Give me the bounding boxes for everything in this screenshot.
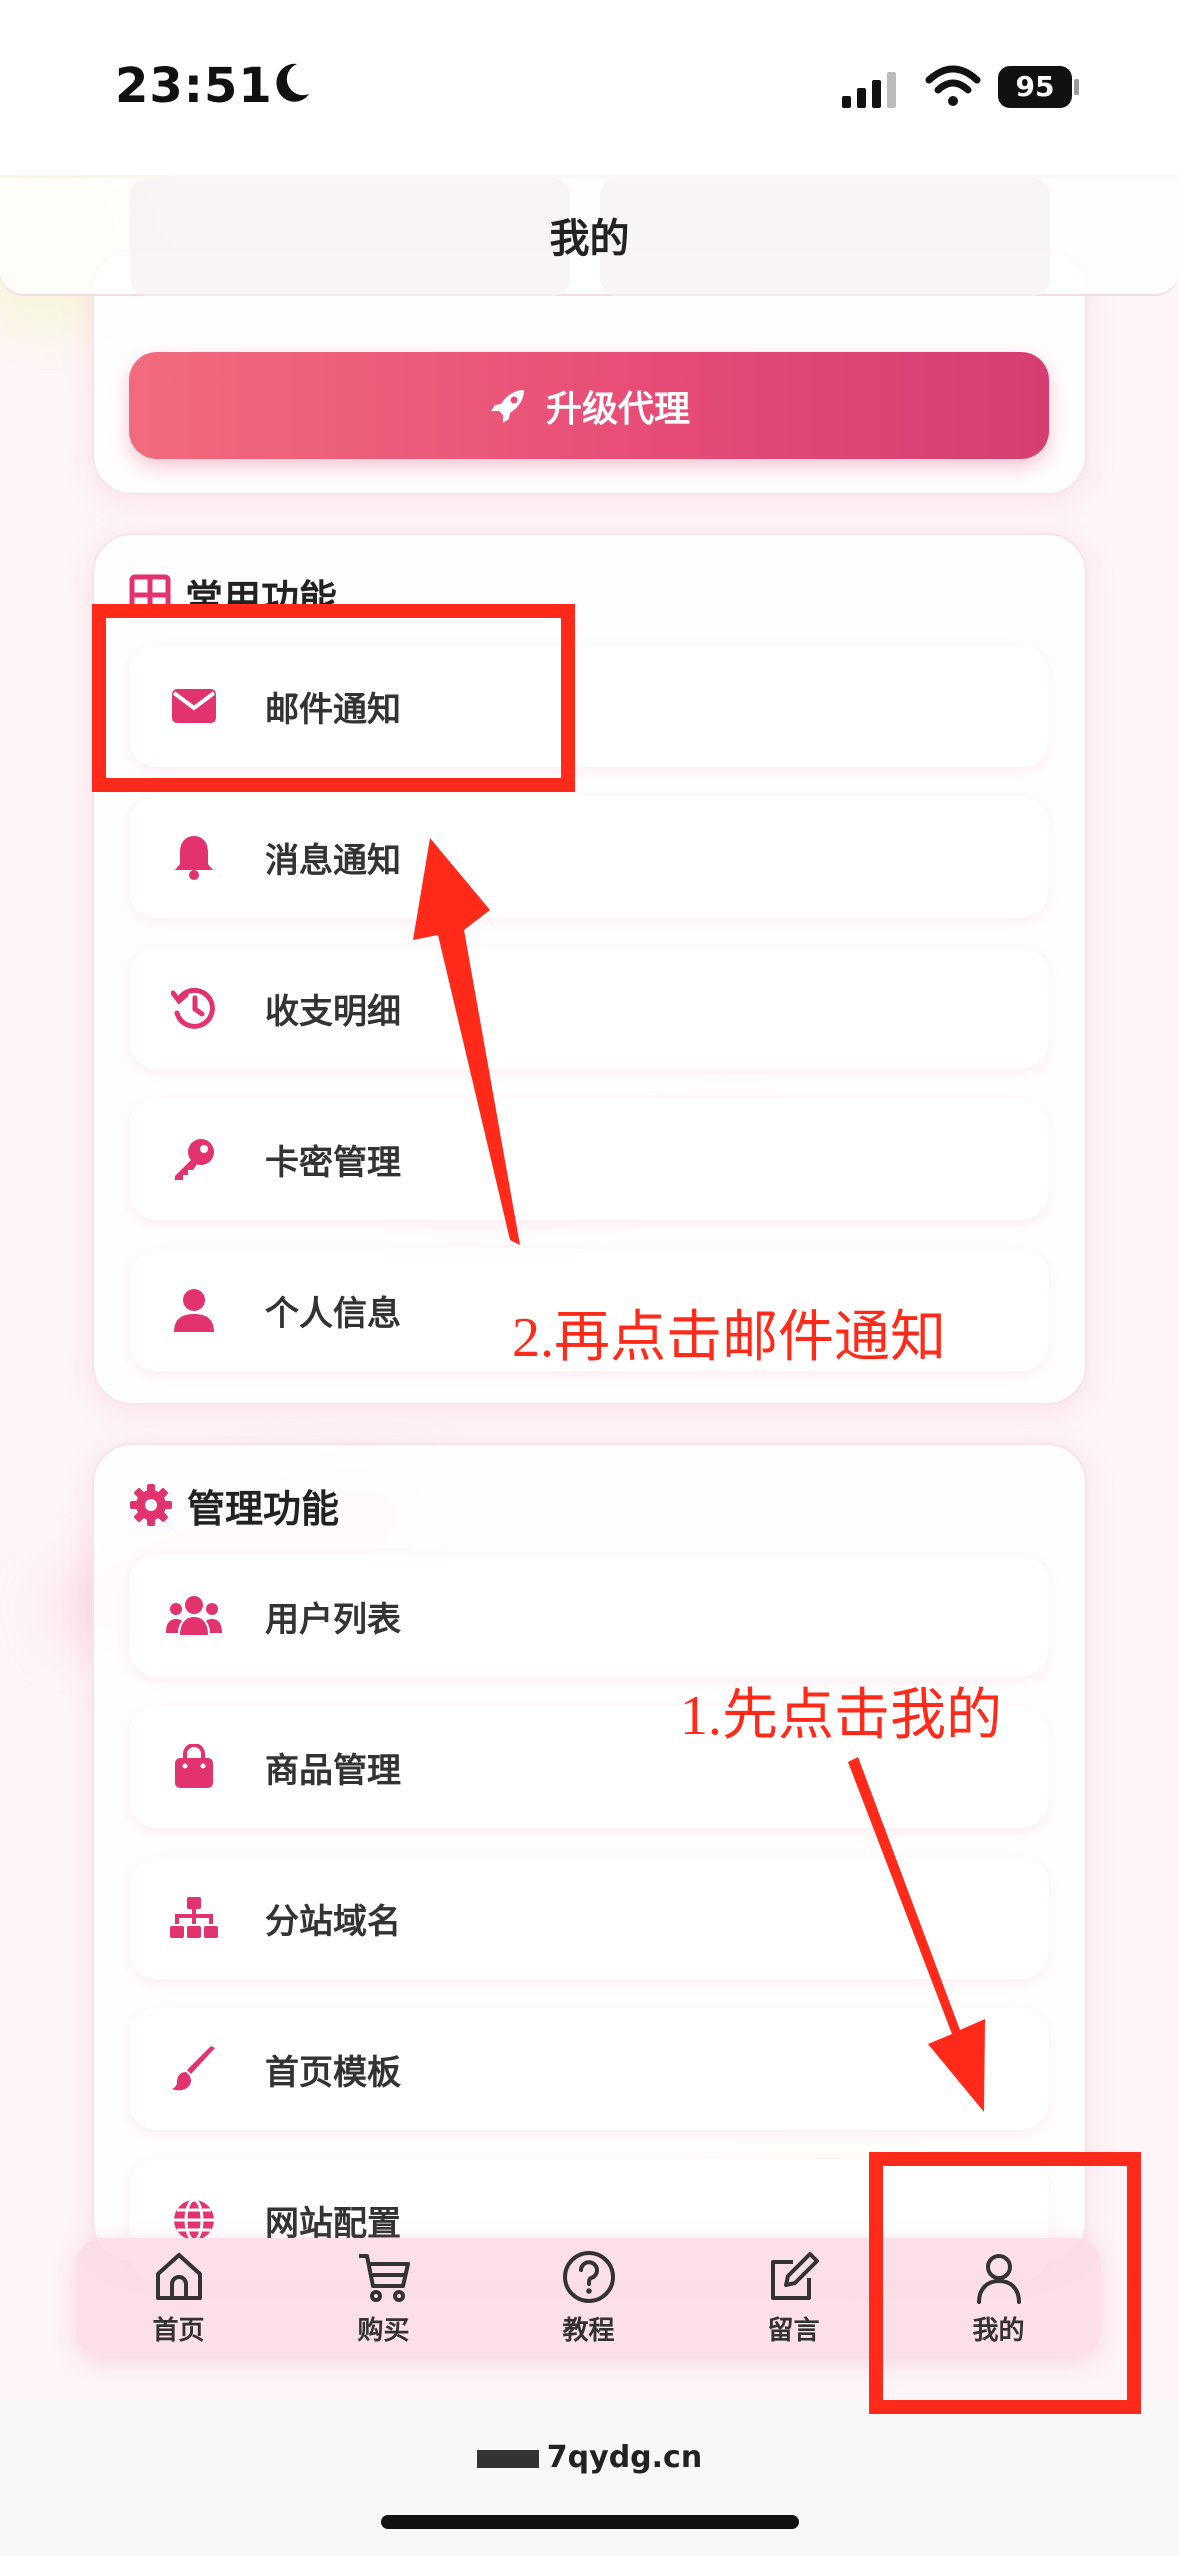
menu-item-message-notification[interactable]: 消息通知 [129,796,1049,918]
page-title: 我的 [549,216,630,262]
rocket-icon [490,389,524,423]
history-icon [161,975,227,1041]
menu-item-card-management[interactable]: 卡密管理 [129,1098,1049,1220]
tab-label: 首页 [152,2315,205,2346]
tab-tutorial[interactable]: 教程 [486,2238,691,2356]
redacted-block [476,2449,539,2468]
user-icon [161,1277,227,1343]
menu-item-label: 卡密管理 [265,1142,401,1183]
wifi-icon [925,65,981,106]
menu-item-label: 消息通知 [265,840,401,881]
tab-label: 购买 [357,2315,410,2346]
url-text-wrap: 7qydg.cn [0,2440,1179,2475]
menu-item-label: 用户列表 [265,1599,401,1640]
shopping-bag-icon [161,1734,227,1800]
key-icon [161,1126,227,1192]
tab-label: 教程 [562,2315,615,2346]
annotation-highlight-email [92,604,575,792]
cart-icon [358,2253,410,2302]
home-icon [155,2252,202,2300]
tab-home[interactable]: 首页 [76,2238,281,2356]
upgrade-button-label: 升级代理 [545,388,690,430]
annotation-step2: 2.再点击邮件通知 [512,1307,946,1369]
home-indicator[interactable] [381,2515,799,2529]
menu-item-income-expense[interactable]: 收支明细 [129,947,1049,1069]
upgrade-agent-button[interactable]: 升级代理 [129,352,1049,459]
bell-icon [161,824,227,890]
annotation-step1: 1.先点击我的 [680,1685,1002,1747]
edit-icon [770,2251,819,2300]
menu-item-label: 商品管理 [265,1750,401,1791]
tab-buy[interactable]: 购买 [281,2238,486,2356]
gear-icon [130,1484,172,1526]
users-icon [161,1583,227,1649]
section-title-admin: 管理功能 [129,1475,339,1535]
menu-item-label: 收支明细 [265,991,401,1032]
sitemap-icon [161,1885,227,1951]
moon-icon [276,63,309,102]
admin-functions-card: 管理功能 用户列表 商品管理 分站域名 首页模板 网站配置 [92,1443,1087,2281]
menu-item-user-list[interactable]: 用户列表 [129,1555,1049,1677]
signal-icon [842,72,896,108]
menu-item-homepage-template[interactable]: 首页模板 [129,2008,1049,2130]
status-bar: 23:51 95 [0,0,1179,175]
browser-url-bar[interactable]: 7qydg.cn [0,2400,1179,2556]
url-text: 7qydg.cn [546,2440,703,2475]
menu-item-substation-domain[interactable]: 分站域名 [129,1857,1049,1979]
paintbrush-icon [161,2036,227,2102]
section-title-label: 管理功能 [187,1486,340,1531]
battery-icon: 95 [998,66,1079,108]
tab-label: 留言 [767,2315,820,2346]
annotation-highlight-mine [869,2152,1141,2414]
battery-level: 95 [998,66,1072,108]
menu-item-label: 分站域名 [265,1901,401,1942]
status-time: 23:51 [115,58,273,114]
menu-item-label: 首页模板 [265,2052,401,2093]
page-header: 我的 [0,178,1179,296]
tab-message[interactable]: 留言 [691,2238,896,2356]
menu-item-label: 个人信息 [265,1293,401,1334]
help-icon [562,2250,615,2303]
